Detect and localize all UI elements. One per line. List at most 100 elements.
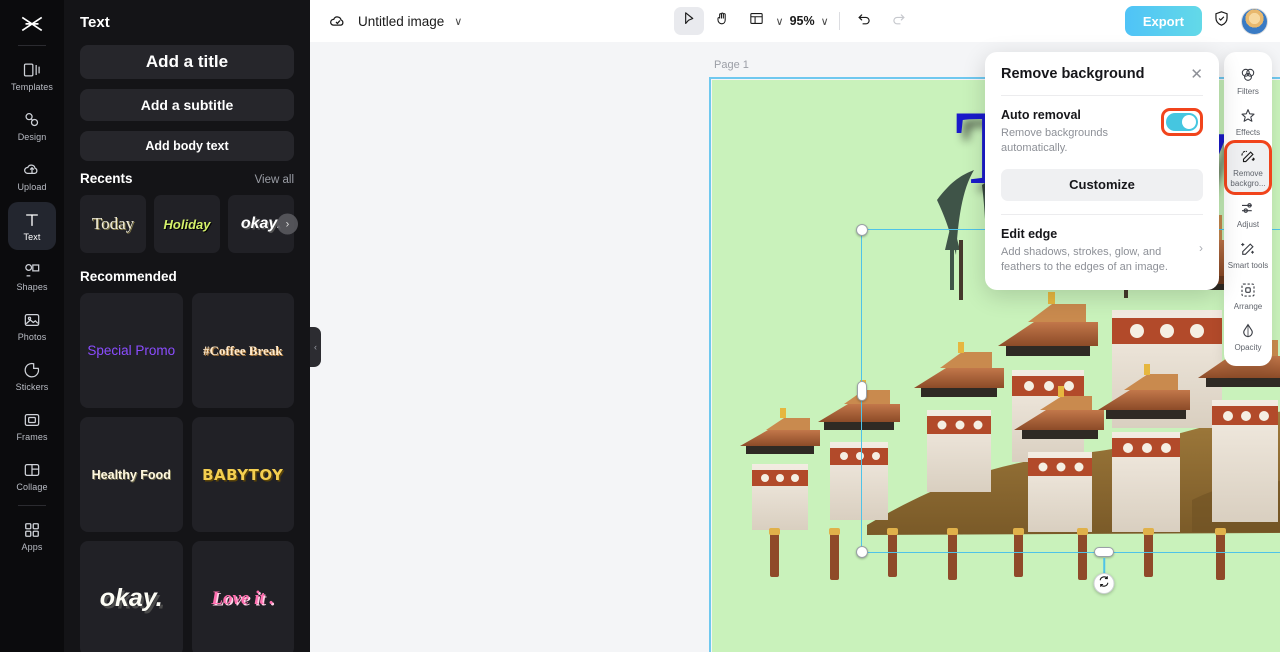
layout-chevron-down-icon[interactable]: ∨ [776, 15, 784, 28]
sidebar-item-design[interactable]: Design [8, 102, 56, 150]
sidebar-label-templates: Templates [11, 83, 53, 92]
recommended-label-0: Special Promo [87, 343, 175, 358]
handle-middle-left[interactable] [857, 381, 867, 401]
panel-divider-1 [1001, 95, 1203, 96]
recents-next-arrow-button[interactable]: › [277, 214, 298, 235]
tool-label-opacity: Opacity [1234, 343, 1261, 352]
recents-heading: Recents [80, 171, 133, 186]
select-tool-button[interactable] [674, 7, 704, 35]
avatar[interactable] [1241, 8, 1268, 35]
recommended-label-2: Healthy Food [92, 468, 171, 482]
frames-icon [22, 410, 42, 430]
panel-title: Text [80, 14, 294, 31]
shield-icon[interactable] [1212, 9, 1231, 33]
add-subtitle-button[interactable]: Add a subtitle [80, 89, 294, 121]
tool-label-arrange: Arrange [1234, 302, 1262, 311]
sidebar-item-templates[interactable]: Templates [8, 52, 56, 100]
remove-background-title: Remove background [1001, 66, 1144, 82]
redo-icon [890, 10, 907, 32]
recent-label-okay: okay. [241, 215, 281, 233]
add-title-button[interactable]: Add a title [80, 45, 294, 79]
remove-background-icon [1239, 148, 1257, 166]
sidebar-item-frames[interactable]: Frames [8, 402, 56, 450]
sidebar-item-collage[interactable]: Collage [8, 452, 56, 500]
export-button[interactable]: Export [1125, 6, 1202, 36]
recommended-grid: Special Promo #Coffee Break Healthy Food… [80, 293, 294, 652]
sidebar-item-text[interactable]: Text [8, 202, 56, 250]
tool-adjust[interactable]: Adjust [1226, 193, 1270, 234]
left-icon-rail: Templates Design Upload Text [0, 0, 64, 652]
collage-icon [22, 460, 42, 480]
sidebar-item-photos[interactable]: Photos [8, 302, 56, 350]
recommended-card-coffee-break[interactable]: #Coffee Break [192, 293, 295, 408]
recommended-card-babytoy[interactable]: BABYTOY [192, 417, 295, 532]
recommended-card-healthy-food[interactable]: Healthy Food [80, 417, 183, 532]
panel-divider-2 [1001, 214, 1203, 215]
recommended-label-4: okay. [100, 584, 163, 613]
close-icon[interactable]: ✕ [1190, 67, 1203, 82]
tool-arrange[interactable]: Arrange [1226, 275, 1270, 316]
auto-removal-toggle-highlight [1161, 108, 1203, 136]
recommended-label-3: BABYTOY [202, 466, 283, 484]
redo-button[interactable] [884, 7, 914, 35]
recents-view-all-link[interactable]: View all [255, 174, 294, 186]
opacity-droplet-icon [1239, 322, 1257, 340]
panel-collapse-handle[interactable]: ‹ [310, 327, 321, 367]
tool-opacity[interactable]: Opacity [1226, 316, 1270, 357]
hand-tool-button[interactable] [708, 7, 738, 35]
recent-card-today[interactable]: Today [80, 195, 146, 253]
handle-bottom-left[interactable] [856, 546, 868, 558]
sidebar-item-stickers[interactable]: Stickers [8, 352, 56, 400]
recommended-card-special-promo[interactable]: Special Promo [80, 293, 183, 408]
tool-label-remove-background: Remove backgro... [1227, 169, 1269, 187]
topbar-right-group: Export [1125, 6, 1268, 36]
remove-background-header: Remove background ✕ [1001, 66, 1203, 82]
handle-bottom-center[interactable] [1094, 547, 1114, 557]
sidebar-item-upload[interactable]: Upload [8, 152, 56, 200]
page-label: Page 1 [714, 59, 749, 71]
photos-icon [22, 310, 42, 330]
auto-removal-text-block: Auto removal Remove backgrounds automati… [1001, 108, 1141, 156]
effects-sparkle-icon [1239, 107, 1257, 125]
recommended-card-love-it[interactable]: Love it . [192, 541, 295, 652]
adjust-sliders-icon [1239, 199, 1257, 217]
hand-pan-icon [714, 10, 731, 32]
title-chevron-down-icon[interactable]: ∨ [454, 15, 462, 28]
tool-filters[interactable]: Filters [1226, 60, 1270, 101]
tool-label-filters: Filters [1237, 87, 1259, 96]
sidebar-item-apps[interactable]: Apps [8, 512, 56, 560]
sidebar-label-frames: Frames [16, 433, 47, 442]
recommended-label-1: #Coffee Break [203, 343, 283, 359]
customize-button[interactable]: Customize [1001, 169, 1203, 201]
stickers-icon [22, 360, 42, 380]
sidebar-item-shapes[interactable]: Shapes [8, 252, 56, 300]
rotate-handle-button[interactable] [1094, 573, 1115, 594]
recents-carousel: Today Holiday okay. › [80, 195, 294, 253]
recent-card-holiday[interactable]: Holiday [154, 195, 220, 253]
layout-tool-button[interactable] [742, 7, 772, 35]
zoom-chevron-down-icon[interactable]: ∨ [821, 15, 829, 28]
auto-removal-label: Auto removal [1001, 108, 1141, 122]
recommended-label-5: Love it . [211, 588, 274, 610]
edit-edge-label: Edit edge [1001, 227, 1181, 241]
smart-tools-wand-icon [1239, 240, 1257, 258]
add-body-text-button[interactable]: Add body text [80, 131, 294, 161]
document-title[interactable]: Untitled image [358, 14, 444, 29]
sidebar-label-design: Design [18, 133, 47, 142]
tool-smart-tools[interactable]: Smart tools [1226, 234, 1270, 275]
tool-label-smart-tools: Smart tools [1228, 261, 1268, 270]
top-toolbar: Untitled image ∨ [310, 0, 1280, 42]
sidebar-label-apps: Apps [22, 543, 43, 552]
handle-top-left[interactable] [856, 224, 868, 236]
chevron-right-icon[interactable]: › [1199, 241, 1203, 255]
tool-effects[interactable]: Effects [1226, 101, 1270, 142]
edit-edge-row[interactable]: Edit edge Add shadows, strokes, glow, an… [1001, 227, 1203, 275]
recommended-card-okay[interactable]: okay. [80, 541, 183, 652]
canvas-tools-group: ∨ 95% ∨ [674, 7, 914, 35]
tool-remove-background[interactable]: Remove backgro... [1226, 142, 1270, 192]
select-cursor-icon [680, 10, 697, 32]
edit-edge-text-block: Edit edge Add shadows, strokes, glow, an… [1001, 227, 1181, 275]
undo-button[interactable] [850, 7, 880, 35]
auto-removal-toggle[interactable] [1166, 113, 1198, 131]
auto-removal-row: Auto removal Remove backgrounds automati… [1001, 108, 1203, 156]
